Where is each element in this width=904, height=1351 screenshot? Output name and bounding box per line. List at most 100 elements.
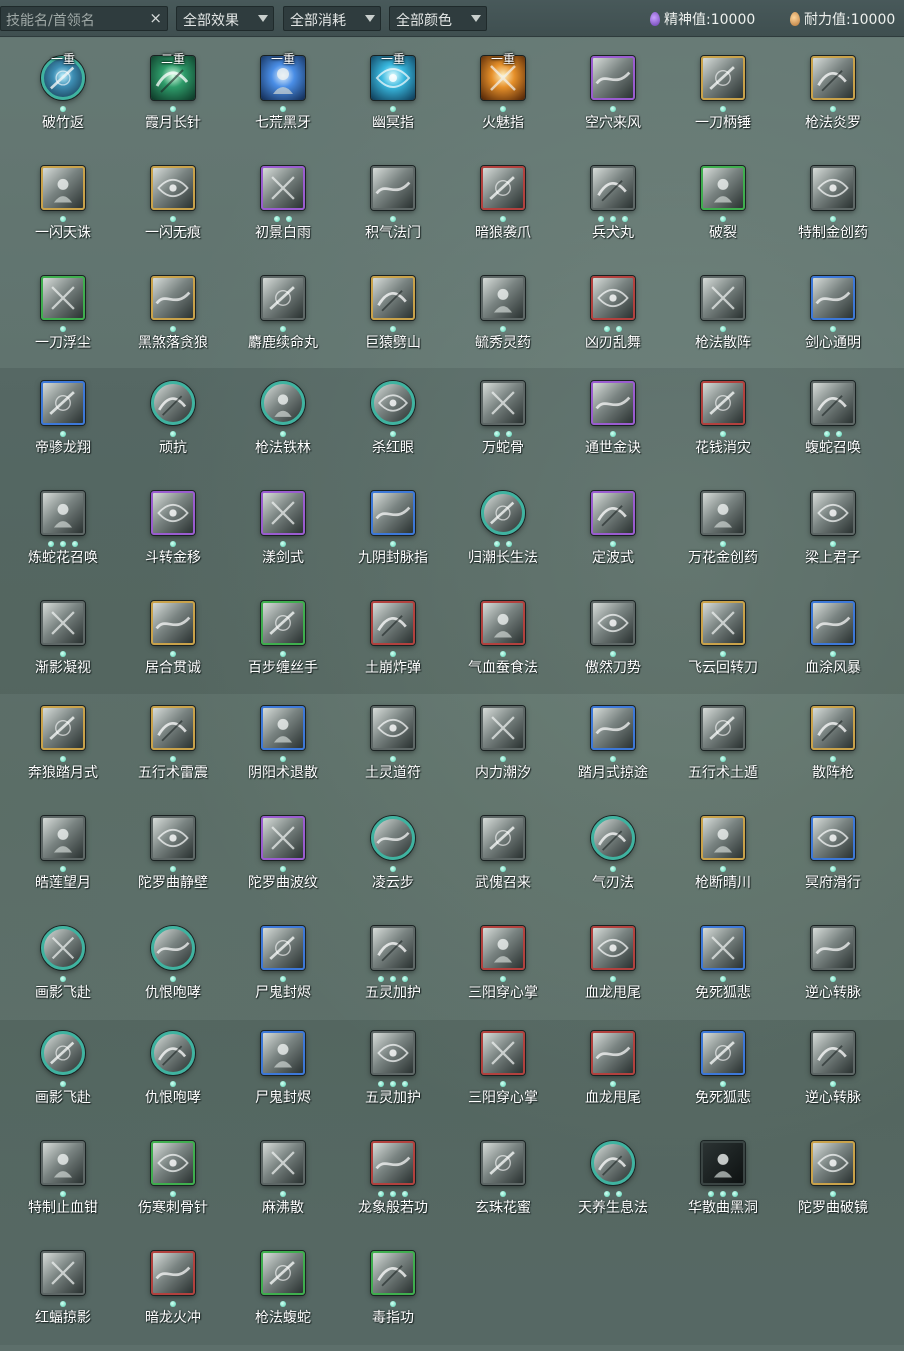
skill-item[interactable]: 万蛇骨 <box>448 381 558 481</box>
skill-item[interactable]: 陀罗曲波纹 <box>228 816 338 916</box>
skill-icon[interactable] <box>481 491 525 535</box>
skill-icon[interactable] <box>481 601 525 645</box>
skill-item[interactable]: 定波式 <box>558 491 668 591</box>
skill-item[interactable]: 斗转金移 <box>118 491 228 591</box>
skill-icon[interactable] <box>591 1031 635 1075</box>
skill-icon[interactable] <box>41 601 85 645</box>
skill-icon[interactable] <box>811 1141 855 1185</box>
skill-icon[interactable] <box>811 166 855 210</box>
skill-item[interactable]: 一闪天诛 <box>8 166 118 266</box>
skill-item[interactable]: 逆心转脉 <box>778 1031 888 1131</box>
skill-item[interactable]: 五行术雷震 <box>118 706 228 806</box>
skill-icon[interactable] <box>151 1251 195 1295</box>
skill-icon[interactable] <box>481 1141 525 1185</box>
skill-icon[interactable] <box>371 601 415 645</box>
skill-icon[interactable] <box>701 1141 745 1185</box>
skill-icon[interactable] <box>371 706 415 750</box>
effect-filter-dropdown[interactable]: 全部效果 <box>176 6 274 31</box>
skill-item[interactable]: 五行术土遁 <box>668 706 778 806</box>
skill-item[interactable]: 飞云回转刀 <box>668 601 778 701</box>
skill-item[interactable]: 血涂风暴 <box>778 601 888 701</box>
skill-item[interactable]: 枪法炎罗 <box>778 56 888 156</box>
skill-item[interactable]: 内力潮汐 <box>448 706 558 806</box>
skill-item[interactable]: 麻沸散 <box>228 1141 338 1241</box>
skill-item[interactable]: 五灵加护 <box>338 1031 448 1131</box>
skill-item[interactable]: 特制金创药 <box>778 166 888 266</box>
skill-icon[interactable] <box>371 276 415 320</box>
skill-icon[interactable] <box>151 706 195 750</box>
skill-icon[interactable] <box>261 1251 305 1295</box>
skill-item[interactable]: 华散曲黑洞 <box>668 1141 778 1241</box>
skill-icon[interactable] <box>151 276 195 320</box>
skill-icon[interactable] <box>591 706 635 750</box>
skill-item[interactable]: 陀罗曲破镜 <box>778 1141 888 1241</box>
skill-icon[interactable] <box>41 706 85 750</box>
skill-icon[interactable] <box>371 491 415 535</box>
skill-item[interactable]: 画影飞赴 <box>8 926 118 1026</box>
skill-item[interactable]: 散阵枪 <box>778 706 888 806</box>
skill-item[interactable]: 傲然刀势 <box>558 601 668 701</box>
skill-icon[interactable] <box>151 491 195 535</box>
skill-item[interactable]: 蝮蛇召唤 <box>778 381 888 481</box>
color-filter-dropdown[interactable]: 全部颜色 <box>389 6 487 31</box>
search-input[interactable]: 技能名/首领名 × <box>0 6 168 31</box>
skill-item[interactable]: 三阳穿心掌 <box>448 1031 558 1131</box>
skill-item[interactable]: 渐影凝视 <box>8 601 118 701</box>
skill-item[interactable]: 红蝠掠影 <box>8 1251 118 1351</box>
skill-item[interactable]: 血龙甩尾 <box>558 1031 668 1131</box>
skill-icon[interactable] <box>371 166 415 210</box>
skill-icon[interactable] <box>811 276 855 320</box>
skill-icon[interactable] <box>261 706 305 750</box>
skill-icon[interactable] <box>41 166 85 210</box>
skill-item[interactable]: 免死狐悲 <box>668 1031 778 1131</box>
skill-item[interactable]: 天养生息法 <box>558 1141 668 1241</box>
skill-icon[interactable] <box>371 1251 415 1295</box>
skill-icon[interactable] <box>591 56 635 100</box>
skill-icon[interactable] <box>701 816 745 860</box>
skill-item[interactable]: 居合贯诚 <box>118 601 228 701</box>
skill-item[interactable]: 一闪无痕 <box>118 166 228 266</box>
skill-item[interactable]: 三阳穿心掌 <box>448 926 558 1026</box>
skill-icon[interactable] <box>701 56 745 100</box>
skill-icon[interactable] <box>41 1141 85 1185</box>
skill-item[interactable]: 万花金创药 <box>668 491 778 591</box>
skill-icon[interactable] <box>261 816 305 860</box>
skill-item[interactable]: 帝骖龙翔 <box>8 381 118 481</box>
skill-icon[interactable] <box>261 601 305 645</box>
skill-icon[interactable] <box>481 1031 525 1075</box>
skill-icon[interactable] <box>371 816 415 860</box>
skill-item[interactable]: 五灵加护 <box>338 926 448 1026</box>
skill-item[interactable]: 积气法门 <box>338 166 448 266</box>
skill-icon[interactable] <box>371 1141 415 1185</box>
skill-icon[interactable] <box>261 1141 305 1185</box>
skill-icon[interactable] <box>481 706 525 750</box>
skill-item[interactable]: 漾剑式 <box>228 491 338 591</box>
skill-item[interactable]: 尸鬼封烬 <box>228 926 338 1026</box>
skill-item[interactable]: 麝鹿续命丸 <box>228 276 338 376</box>
skill-item[interactable]: 百步缠丝手 <box>228 601 338 701</box>
skill-item[interactable]: 踏月式掠途 <box>558 706 668 806</box>
skill-item[interactable]: 奔狼踏月式 <box>8 706 118 806</box>
skill-icon[interactable] <box>261 276 305 320</box>
skill-item[interactable]: 画影飞赴 <box>8 1031 118 1131</box>
skill-icon[interactable] <box>811 1031 855 1075</box>
skill-icon[interactable] <box>591 926 635 970</box>
skill-icon[interactable] <box>701 276 745 320</box>
skill-item[interactable]: 气刃法 <box>558 816 668 916</box>
skill-item[interactable]: 枪法散阵 <box>668 276 778 376</box>
skill-item[interactable]: 枪法铁林 <box>228 381 338 481</box>
skill-icon[interactable] <box>811 56 855 100</box>
skill-icon[interactable] <box>591 276 635 320</box>
skill-item[interactable]: 土灵道符 <box>338 706 448 806</box>
skill-icon[interactable] <box>591 816 635 860</box>
skill-item[interactable]: 武傀召来 <box>448 816 558 916</box>
skill-item[interactable]: 梁上君子 <box>778 491 888 591</box>
skill-item[interactable]: 毒指功 <box>338 1251 448 1351</box>
skill-item[interactable]: 初景白雨 <box>228 166 338 266</box>
skill-icon[interactable] <box>371 381 415 425</box>
skill-icon[interactable] <box>701 1031 745 1075</box>
skill-item[interactable]: 枪法蝮蛇 <box>228 1251 338 1351</box>
skill-item[interactable]: 一重 幽冥指 <box>338 52 448 156</box>
skill-icon[interactable] <box>151 601 195 645</box>
skill-item[interactable]: 血龙甩尾 <box>558 926 668 1026</box>
